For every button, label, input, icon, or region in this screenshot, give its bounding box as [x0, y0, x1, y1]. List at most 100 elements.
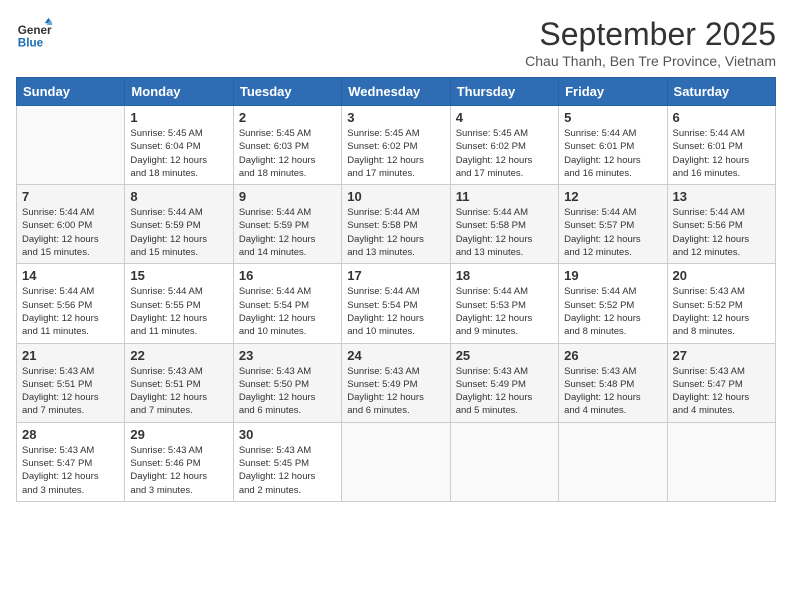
- day-cell: 18 Sunrise: 5:44 AM Sunset: 5:53 PM Dayli…: [450, 264, 558, 343]
- day-info: Sunrise: 5:44 AM Sunset: 6:01 PM Dayligh…: [673, 127, 770, 180]
- day-cell: [342, 422, 450, 501]
- day-number: 26: [564, 348, 661, 363]
- page-header: General Blue September 2025 Chau Thanh, …: [16, 16, 776, 69]
- day-info: Sunrise: 5:44 AM Sunset: 5:54 PM Dayligh…: [239, 285, 336, 338]
- day-cell: 3 Sunrise: 5:45 AM Sunset: 6:02 PM Daylig…: [342, 106, 450, 185]
- day-number: 4: [456, 110, 553, 125]
- header-cell-monday: Monday: [125, 78, 233, 106]
- day-number: 18: [456, 268, 553, 283]
- day-number: 27: [673, 348, 770, 363]
- day-number: 1: [130, 110, 227, 125]
- header-row: SundayMondayTuesdayWednesdayThursdayFrid…: [17, 78, 776, 106]
- day-cell: 2 Sunrise: 5:45 AM Sunset: 6:03 PM Daylig…: [233, 106, 341, 185]
- day-cell: 5Sunrise: 5:44 AM Sunset: 6:01 PM Daylig…: [559, 106, 667, 185]
- header-cell-thursday: Thursday: [450, 78, 558, 106]
- day-number: 12: [564, 189, 661, 204]
- day-number: 7: [22, 189, 119, 204]
- day-cell: 30 Sunrise: 5:43 AM Sunset: 5:45 PM Dayli…: [233, 422, 341, 501]
- day-cell: [559, 422, 667, 501]
- day-number: 10: [347, 189, 444, 204]
- week-row-2: 7Sunrise: 5:44 AM Sunset: 6:00 PM Daylig…: [17, 185, 776, 264]
- day-number: 17: [347, 268, 444, 283]
- day-cell: 11 Sunrise: 5:44 AM Sunset: 5:58 PM Dayli…: [450, 185, 558, 264]
- day-info: Sunrise: 5:43 AM Sunset: 5:50 PM Dayligh…: [239, 365, 336, 418]
- day-cell: 10 Sunrise: 5:44 AM Sunset: 5:58 PM Dayli…: [342, 185, 450, 264]
- day-info: Sunrise: 5:43 AM Sunset: 5:52 PM Dayligh…: [673, 285, 770, 338]
- day-number: 13: [673, 189, 770, 204]
- day-number: 14: [22, 268, 119, 283]
- day-number: 28: [22, 427, 119, 442]
- day-info: Sunrise: 5:45 AM Sunset: 6:03 PM Dayligh…: [239, 127, 336, 180]
- day-info: Sunrise: 5:44 AM Sunset: 5:58 PM Dayligh…: [347, 206, 444, 259]
- day-info: Sunrise: 5:44 AM Sunset: 5:54 PM Dayligh…: [347, 285, 444, 338]
- month-title: September 2025: [525, 16, 776, 53]
- day-cell: 13 Sunrise: 5:44 AM Sunset: 5:56 PM Dayli…: [667, 185, 775, 264]
- day-cell: 6 Sunrise: 5:44 AM Sunset: 6:01 PM Daylig…: [667, 106, 775, 185]
- day-cell: 27Sunrise: 5:43 AM Sunset: 5:47 PM Dayli…: [667, 343, 775, 422]
- day-cell: [450, 422, 558, 501]
- day-info: Sunrise: 5:43 AM Sunset: 5:47 PM Dayligh…: [22, 444, 119, 497]
- day-number: 29: [130, 427, 227, 442]
- day-cell: [17, 106, 125, 185]
- day-info: Sunrise: 5:44 AM Sunset: 5:59 PM Dayligh…: [239, 206, 336, 259]
- day-info: Sunrise: 5:43 AM Sunset: 5:49 PM Dayligh…: [347, 365, 444, 418]
- day-number: 8: [130, 189, 227, 204]
- day-info: Sunrise: 5:44 AM Sunset: 5:59 PM Dayligh…: [130, 206, 227, 259]
- day-cell: 8 Sunrise: 5:44 AM Sunset: 5:59 PM Daylig…: [125, 185, 233, 264]
- day-number: 24: [347, 348, 444, 363]
- day-number: 3: [347, 110, 444, 125]
- day-info: Sunrise: 5:44 AM Sunset: 5:53 PM Dayligh…: [456, 285, 553, 338]
- day-info: Sunrise: 5:44 AM Sunset: 5:52 PM Dayligh…: [564, 285, 661, 338]
- day-cell: 1 Sunrise: 5:45 AM Sunset: 6:04 PM Daylig…: [125, 106, 233, 185]
- day-cell: 12 Sunrise: 5:44 AM Sunset: 5:57 PM Dayli…: [559, 185, 667, 264]
- day-info: Sunrise: 5:43 AM Sunset: 5:46 PM Dayligh…: [130, 444, 227, 497]
- day-cell: 23 Sunrise: 5:43 AM Sunset: 5:50 PM Dayli…: [233, 343, 341, 422]
- day-number: 19: [564, 268, 661, 283]
- day-cell: 21 Sunrise: 5:43 AM Sunset: 5:51 PM Dayli…: [17, 343, 125, 422]
- day-number: 30: [239, 427, 336, 442]
- title-area: September 2025 Chau Thanh, Ben Tre Provi…: [525, 16, 776, 69]
- day-number: 11: [456, 189, 553, 204]
- day-number: 6: [673, 110, 770, 125]
- day-info: Sunrise: 5:45 AM Sunset: 6:04 PM Dayligh…: [130, 127, 227, 180]
- day-cell: 28 Sunrise: 5:43 AM Sunset: 5:47 PM Dayli…: [17, 422, 125, 501]
- day-info: Sunrise: 5:44 AM Sunset: 5:56 PM Dayligh…: [673, 206, 770, 259]
- day-info: Sunrise: 5:43 AM Sunset: 5:51 PM Dayligh…: [22, 365, 119, 418]
- day-cell: 29 Sunrise: 5:43 AM Sunset: 5:46 PM Dayli…: [125, 422, 233, 501]
- day-cell: 9Sunrise: 5:44 AM Sunset: 5:59 PM Daylig…: [233, 185, 341, 264]
- day-cell: 26Sunrise: 5:43 AM Sunset: 5:48 PM Dayli…: [559, 343, 667, 422]
- day-info: Sunrise: 5:43 AM Sunset: 5:49 PM Dayligh…: [456, 365, 553, 418]
- week-row-1: 1 Sunrise: 5:45 AM Sunset: 6:04 PM Daylig…: [17, 106, 776, 185]
- logo-icon: General Blue: [16, 16, 52, 52]
- day-number: 25: [456, 348, 553, 363]
- header-cell-sunday: Sunday: [17, 78, 125, 106]
- day-number: 21: [22, 348, 119, 363]
- day-number: 20: [673, 268, 770, 283]
- day-cell: 7Sunrise: 5:44 AM Sunset: 6:00 PM Daylig…: [17, 185, 125, 264]
- day-info: Sunrise: 5:44 AM Sunset: 6:01 PM Dayligh…: [564, 127, 661, 180]
- day-cell: [667, 422, 775, 501]
- day-cell: 25 Sunrise: 5:43 AM Sunset: 5:49 PM Dayli…: [450, 343, 558, 422]
- week-row-5: 28 Sunrise: 5:43 AM Sunset: 5:47 PM Dayli…: [17, 422, 776, 501]
- day-info: Sunrise: 5:44 AM Sunset: 5:58 PM Dayligh…: [456, 206, 553, 259]
- day-cell: 19 Sunrise: 5:44 AM Sunset: 5:52 PM Dayli…: [559, 264, 667, 343]
- header-cell-wednesday: Wednesday: [342, 78, 450, 106]
- day-cell: 4 Sunrise: 5:45 AM Sunset: 6:02 PM Daylig…: [450, 106, 558, 185]
- day-cell: 20 Sunrise: 5:43 AM Sunset: 5:52 PM Dayli…: [667, 264, 775, 343]
- day-cell: 24 Sunrise: 5:43 AM Sunset: 5:49 PM Dayli…: [342, 343, 450, 422]
- location-title: Chau Thanh, Ben Tre Province, Vietnam: [525, 53, 776, 69]
- day-info: Sunrise: 5:43 AM Sunset: 5:45 PM Dayligh…: [239, 444, 336, 497]
- day-number: 23: [239, 348, 336, 363]
- day-cell: 14 Sunrise: 5:44 AM Sunset: 5:56 PM Dayli…: [17, 264, 125, 343]
- logo: General Blue: [16, 16, 52, 52]
- day-info: Sunrise: 5:44 AM Sunset: 5:56 PM Dayligh…: [22, 285, 119, 338]
- header-cell-friday: Friday: [559, 78, 667, 106]
- header-cell-saturday: Saturday: [667, 78, 775, 106]
- day-info: Sunrise: 5:45 AM Sunset: 6:02 PM Dayligh…: [347, 127, 444, 180]
- week-row-4: 21 Sunrise: 5:43 AM Sunset: 5:51 PM Dayli…: [17, 343, 776, 422]
- day-info: Sunrise: 5:45 AM Sunset: 6:02 PM Dayligh…: [456, 127, 553, 180]
- day-info: Sunrise: 5:44 AM Sunset: 5:57 PM Dayligh…: [564, 206, 661, 259]
- svg-text:Blue: Blue: [18, 37, 44, 50]
- day-info: Sunrise: 5:43 AM Sunset: 5:51 PM Dayligh…: [130, 365, 227, 418]
- day-number: 2: [239, 110, 336, 125]
